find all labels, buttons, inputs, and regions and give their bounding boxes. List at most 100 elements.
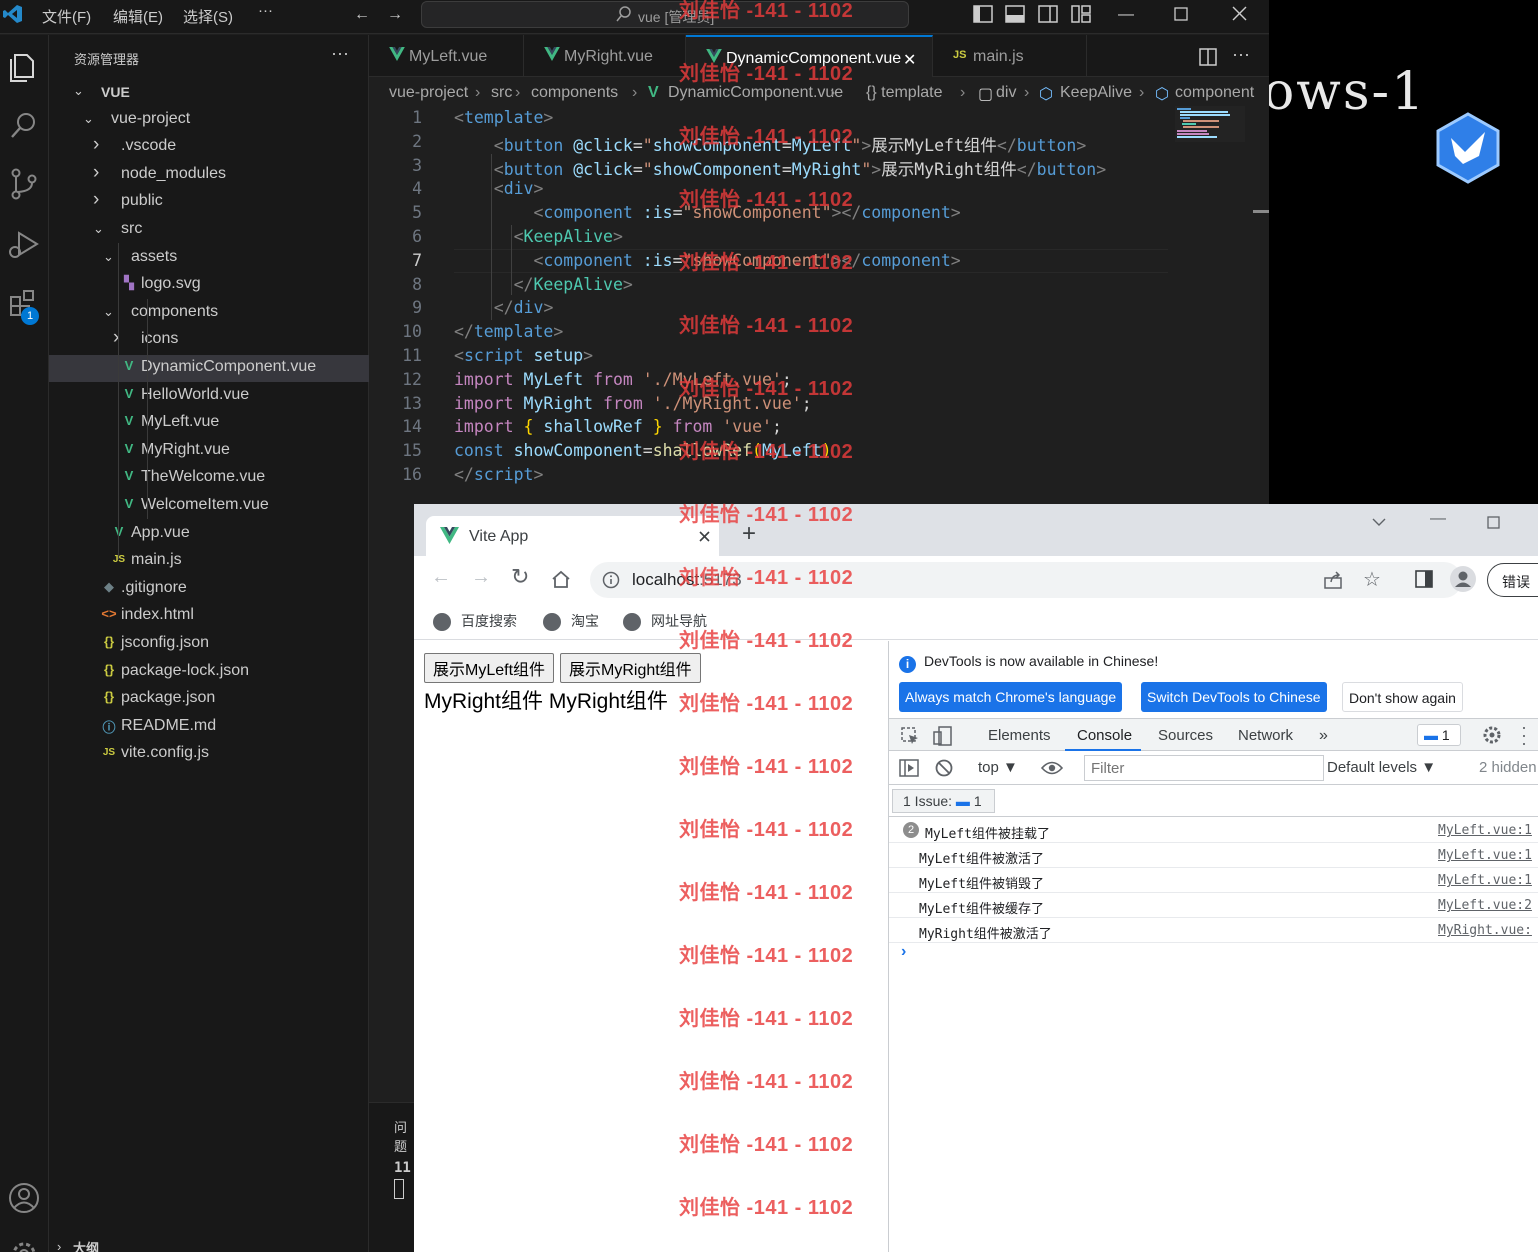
tree-item[interactable]: JS vite.config.js bbox=[49, 741, 369, 768]
console-message[interactable]: MyLeft组件被销毁了 MyLeft.vue:1 bbox=[889, 868, 1538, 893]
tab-close-icon[interactable]: ✕ bbox=[903, 50, 916, 70]
console-message[interactable]: 2 MyLeft组件被挂载了 MyLeft.vue:1 bbox=[889, 818, 1538, 843]
breadcrumb-item[interactable]: component bbox=[1175, 84, 1254, 102]
toggle-panel-icon[interactable] bbox=[1005, 5, 1025, 23]
menu-edit[interactable]: 编辑(E) bbox=[113, 6, 163, 27]
more-tabs-icon[interactable]: » bbox=[1319, 727, 1328, 745]
tree-item[interactable]: V WelcomeItem.vue bbox=[49, 493, 369, 520]
console-message[interactable]: MyLeft组件被激活了 MyLeft.vue:1 bbox=[889, 843, 1538, 868]
inspect-element-icon[interactable] bbox=[901, 727, 919, 745]
tree-item[interactable]: ▚ logo.svg bbox=[49, 272, 369, 299]
console-message[interactable]: MyLeft组件被缓存了 MyLeft.vue:2 bbox=[889, 893, 1538, 918]
profile-avatar-icon[interactable] bbox=[1450, 566, 1476, 592]
live-expression-eye-icon[interactable] bbox=[1041, 760, 1063, 776]
bookmark-taobao[interactable]: 淘宝 bbox=[543, 611, 599, 632]
menu-selection[interactable]: 选择(S) bbox=[183, 6, 233, 27]
issues-counter-button[interactable]: ▬ 1 bbox=[1417, 724, 1461, 746]
console-message[interactable]: MyRight组件被激活了 MyRight.vue: bbox=[889, 918, 1538, 943]
show-myleft-button[interactable]: 展示MyLeft组件 bbox=[424, 653, 555, 683]
tree-item[interactable]: <> index.html bbox=[49, 603, 369, 630]
tree-item[interactable]: › icons bbox=[49, 327, 369, 354]
breadcrumb-item[interactable]: components bbox=[531, 84, 618, 102]
console-source-link[interactable]: MyLeft.vue:1 bbox=[1438, 848, 1532, 863]
tree-item[interactable]: {} package.json bbox=[49, 686, 369, 713]
devtools-tab-network[interactable]: Network bbox=[1238, 727, 1293, 744]
breadcrumb-item[interactable]: src bbox=[491, 84, 512, 102]
forward-arrow-icon[interactable]: → bbox=[385, 5, 405, 25]
tree-item[interactable]: {} jsconfig.json bbox=[49, 631, 369, 658]
minimap[interactable] bbox=[1175, 106, 1245, 142]
tree-item[interactable]: ⓘ README.md bbox=[49, 714, 369, 741]
home-icon[interactable] bbox=[551, 570, 571, 588]
outline-section[interactable]: › 大纲 bbox=[49, 1235, 369, 1252]
editor-tab[interactable]: MyRight.vue bbox=[524, 35, 686, 77]
editor-scrollbar[interactable] bbox=[1253, 210, 1269, 213]
breadcrumb-item[interactable]: DynamicComponent.vue bbox=[668, 84, 843, 102]
breadcrumb-item[interactable]: {} template bbox=[866, 84, 943, 102]
forward-arrow-icon[interactable]: → bbox=[471, 566, 491, 589]
context-selector[interactable]: top ▼ bbox=[978, 759, 1018, 776]
back-arrow-icon[interactable]: ← bbox=[352, 5, 372, 25]
tree-item[interactable]: V App.vue bbox=[49, 521, 369, 548]
breadcrumb-item[interactable]: div bbox=[996, 84, 1016, 102]
tree-item[interactable]: ⌄ VUE bbox=[49, 79, 369, 106]
sidebar-toggle-icon[interactable] bbox=[899, 759, 919, 777]
share-icon[interactable] bbox=[1323, 571, 1343, 589]
customize-layout-icon[interactable] bbox=[1071, 5, 1091, 23]
menu-file[interactable]: 文件(F) bbox=[42, 6, 91, 27]
devtools-tab-elements[interactable]: Elements bbox=[988, 727, 1051, 744]
editor-tab[interactable]: MyLeft.vue bbox=[369, 35, 524, 77]
source-control-icon[interactable] bbox=[5, 165, 43, 203]
editor-more-actions-icon[interactable]: ··· bbox=[1232, 44, 1250, 65]
tree-item[interactable]: › node_modules bbox=[49, 162, 369, 189]
console-source-link[interactable]: MyLeft.vue:2 bbox=[1438, 898, 1532, 913]
panel-problems-tab[interactable]: 问题 bbox=[394, 1117, 415, 1155]
tree-item[interactable]: ⌄ components bbox=[49, 300, 369, 327]
tree-item[interactable]: V MyLeft.vue bbox=[49, 410, 369, 437]
browser-minimize-icon[interactable]: — bbox=[1430, 510, 1446, 528]
tab-close-icon[interactable] bbox=[699, 531, 710, 542]
manage-gear-icon[interactable] bbox=[5, 1235, 43, 1252]
devtools-tab-sources[interactable]: Sources bbox=[1158, 727, 1213, 744]
breadcrumb-item[interactable]: vue-project bbox=[389, 84, 468, 102]
clear-console-icon[interactable] bbox=[935, 759, 953, 777]
tree-item[interactable]: V DynamicComponent.vue bbox=[49, 355, 369, 382]
settings-gear-icon[interactable] bbox=[1482, 725, 1502, 745]
bookmark-baidu[interactable]: 百度搜索 bbox=[433, 611, 517, 632]
account-icon[interactable] bbox=[5, 1179, 43, 1217]
explorer-files-icon[interactable] bbox=[5, 47, 43, 85]
tree-item[interactable]: ⌄ src bbox=[49, 217, 369, 244]
console-source-link[interactable]: MyLeft.vue:1 bbox=[1438, 873, 1532, 888]
bookmark-star-icon[interactable]: ☆ bbox=[1363, 567, 1381, 592]
split-editor-icon[interactable] bbox=[1199, 48, 1217, 66]
profile-error-button[interactable]: 错误 bbox=[1487, 563, 1538, 597]
desktop-app-icon[interactable] bbox=[1435, 112, 1501, 184]
console-filter-input[interactable] bbox=[1084, 755, 1324, 781]
tree-item[interactable]: › .vscode bbox=[49, 134, 369, 161]
search-icon[interactable] bbox=[5, 107, 43, 145]
explorer-more-actions[interactable]: ··· bbox=[331, 43, 349, 64]
console-source-link[interactable]: MyRight.vue: bbox=[1438, 923, 1532, 938]
tree-item[interactable]: › public bbox=[49, 189, 369, 216]
issues-link[interactable]: 1 Issue: ▬ 1 bbox=[892, 789, 995, 813]
side-panel-icon[interactable] bbox=[1415, 570, 1433, 588]
tab-search-chevron-icon[interactable] bbox=[1372, 518, 1386, 527]
back-arrow-icon[interactable]: ← bbox=[431, 566, 451, 589]
browser-tab-vite-app[interactable]: Vite App bbox=[426, 516, 719, 556]
tree-item[interactable]: V MyRight.vue bbox=[49, 438, 369, 465]
tree-item[interactable]: V HelloWorld.vue bbox=[49, 383, 369, 410]
switch-devtools-chinese-button[interactable]: Switch DevTools to Chinese bbox=[1141, 682, 1327, 712]
tree-item[interactable]: ⌄ assets bbox=[49, 245, 369, 272]
run-debug-icon[interactable] bbox=[5, 225, 43, 263]
reload-icon[interactable]: ↻ bbox=[511, 564, 529, 590]
site-info-icon[interactable] bbox=[602, 571, 620, 589]
minimize-icon[interactable]: — bbox=[1116, 5, 1136, 25]
device-toolbar-icon[interactable] bbox=[933, 726, 953, 746]
devtools-tab-console[interactable]: Console bbox=[1077, 727, 1132, 744]
console-prompt-icon[interactable]: › bbox=[901, 943, 906, 961]
menu-more[interactable]: ··· bbox=[258, 2, 273, 19]
breadcrumb-item[interactable]: KeepAlive bbox=[1060, 84, 1132, 102]
tree-item[interactable]: V TheWelcome.vue bbox=[49, 465, 369, 492]
show-myright-button[interactable]: 展示MyRight组件 bbox=[560, 653, 701, 683]
log-levels-dropdown[interactable]: Default levels ▼ bbox=[1327, 759, 1436, 776]
